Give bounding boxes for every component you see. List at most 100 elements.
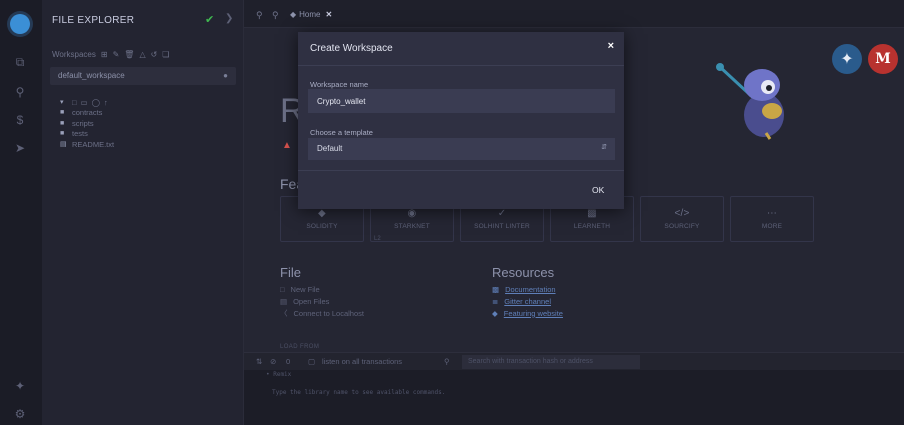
tree-item-tests[interactable]: ■ tests bbox=[60, 129, 114, 140]
tree-item-scripts[interactable]: ■ scripts bbox=[60, 118, 114, 129]
close-tab-icon[interactable]: ✕ bbox=[326, 10, 333, 19]
tree-item-readme[interactable]: ▤ README.txt bbox=[60, 139, 114, 150]
workspace-name-input[interactable] bbox=[308, 89, 615, 113]
terminal-search-icon: ⚲ bbox=[444, 357, 450, 366]
starknet-icon: ◉ bbox=[407, 208, 417, 219]
tree-item-contracts[interactable]: ■ contracts bbox=[60, 108, 114, 119]
template-label: Choose a template bbox=[310, 128, 373, 137]
connect-localhost-link[interactable]: 〈 Connect to Localhost bbox=[280, 307, 364, 319]
workspace-select-value: default_workspace bbox=[58, 71, 125, 80]
caret-down-icon[interactable]: ▾ bbox=[60, 98, 68, 106]
link-label: New File bbox=[290, 284, 320, 294]
file-tree: ▾ □ ▭ ◯ ↑ ■ contracts ■ scripts ■ tests ▤ RE… bbox=[60, 97, 114, 150]
terminal-search-input[interactable]: Search with transaction hash or address bbox=[462, 355, 640, 369]
feature-label: SOLHINT LINTER bbox=[474, 223, 530, 230]
solidity-icon: ◆ bbox=[318, 208, 326, 219]
ok-button[interactable]: OK bbox=[592, 185, 604, 195]
feature-label: STARKNET bbox=[394, 223, 430, 230]
starknet-sub-label: L2 bbox=[374, 236, 381, 242]
link-label: Connect to Localhost bbox=[293, 308, 364, 318]
feature-more[interactable]: ⋯ MORE bbox=[730, 196, 814, 242]
new-file-icon: □ bbox=[280, 284, 285, 294]
resources-list: ▩ Documentation ≣ Gitter channel ◆ Featurin… bbox=[492, 283, 563, 319]
plugin-manager-icon[interactable]: ✦ bbox=[8, 376, 32, 396]
github-icon[interactable]: ◯ bbox=[92, 98, 100, 107]
folder-icon: ■ bbox=[60, 119, 65, 127]
linter-icon: ✓ bbox=[497, 208, 507, 219]
gitter-link[interactable]: ≣ Gitter channel bbox=[492, 295, 563, 307]
file-explorer-panel: FILE EXPLORER ✔ ❯ Workspaces ⊞ ✎ 🗑 △ ↺ ❏… bbox=[42, 0, 244, 425]
load-from-label: LOAD FROM bbox=[280, 344, 320, 350]
settings-gear-icon[interactable]: ⚙ bbox=[8, 404, 32, 424]
tab-home[interactable]: ◆ Home ✕ bbox=[290, 10, 332, 19]
template-select-value: Default bbox=[317, 144, 343, 153]
open-files-link[interactable]: ▤ Open Files bbox=[280, 295, 364, 307]
workspace-select[interactable]: default_workspace ● bbox=[50, 67, 236, 85]
deploy-run-icon[interactable]: ➤ bbox=[8, 138, 32, 158]
tree-item-label: tests bbox=[72, 129, 88, 139]
tab-bar: ⚲ ⚲ ◆ Home ✕ bbox=[244, 0, 904, 28]
feature-label: SOLIDITY bbox=[306, 223, 338, 230]
home-tab-icon: ◆ bbox=[290, 10, 297, 19]
zoom-in-icon[interactable]: ⚲ bbox=[272, 10, 279, 21]
workspace-name-label: Workspace name bbox=[310, 80, 369, 89]
template-select[interactable]: Default ⇵ bbox=[308, 138, 615, 160]
terminal-line: Type the library name to see available c… bbox=[272, 389, 446, 396]
upload-icon[interactable]: ↑ bbox=[104, 98, 108, 107]
remix-logo-icon[interactable] bbox=[8, 14, 32, 34]
sourcify-icon: </> bbox=[674, 208, 690, 219]
new-file-link[interactable]: □ New File bbox=[280, 283, 364, 295]
clone-workspace-icon[interactable]: ❏ bbox=[162, 50, 169, 59]
download-workspace-icon[interactable]: △ bbox=[139, 50, 145, 59]
pending-tx-count: 0 bbox=[286, 357, 291, 366]
globe-icon: ◆ bbox=[492, 308, 498, 318]
rename-workspace-icon[interactable]: ✎ bbox=[113, 50, 120, 59]
modal-divider bbox=[298, 170, 624, 171]
terminal-toolbar: ⇅ ⊘ 0 ▢ listen on all transactions ⚲ Sea… bbox=[244, 352, 904, 370]
resources-heading: Resources bbox=[492, 265, 555, 280]
folder-icon: ■ bbox=[60, 109, 65, 117]
collapse-terminal-icon[interactable]: ⇅ bbox=[256, 357, 262, 366]
modal-title: Create Workspace bbox=[310, 43, 393, 54]
listen-label: listen on all transactions bbox=[322, 357, 403, 366]
collapse-chevron-icon[interactable]: ❯ bbox=[225, 13, 233, 24]
new-file-icon[interactable]: □ bbox=[72, 98, 77, 107]
delete-workspace-icon[interactable]: 🗑 bbox=[124, 50, 134, 59]
link-label: Gitter channel bbox=[504, 296, 551, 306]
create-workspace-modal: Create Workspace × Workspace name Choose… bbox=[298, 32, 624, 209]
medium-icon[interactable]: M bbox=[868, 44, 898, 74]
zoom-out-icon[interactable]: ⚲ bbox=[256, 10, 263, 21]
feature-label: MORE bbox=[761, 223, 783, 230]
listen-checkbox[interactable]: ▢ bbox=[308, 357, 315, 366]
feature-label: LEARNETH bbox=[573, 223, 611, 230]
featuring-website-link[interactable]: ◆ Featuring website bbox=[492, 307, 563, 319]
clear-terminal-icon[interactable]: ⊘ bbox=[270, 357, 276, 366]
gitter-icon: ≣ bbox=[492, 296, 499, 306]
modal-header: Create Workspace × bbox=[298, 32, 624, 66]
close-icon[interactable]: × bbox=[608, 40, 614, 52]
terminal-output: • Remix Type the library name to see ava… bbox=[244, 370, 904, 425]
search-icon[interactable]: ⚲ bbox=[8, 82, 32, 102]
file-explorer-icon[interactable]: ⧉ bbox=[8, 52, 32, 72]
workspaces-toolbar: Workspaces ⊞ ✎ 🗑 △ ↺ ❏ bbox=[52, 50, 169, 59]
feature-label: SOURCIFY bbox=[664, 223, 700, 230]
select-caret-icon: ⇵ bbox=[601, 144, 607, 151]
tree-item-label: contracts bbox=[72, 108, 103, 118]
file-actions-list: □ New File ▤ Open Files 〈 Connect to Localh… bbox=[280, 283, 364, 319]
solidity-compiler-icon[interactable]: $ bbox=[8, 110, 32, 130]
tree-item-label: README.txt bbox=[72, 139, 115, 149]
panel-title: FILE EXPLORER bbox=[52, 15, 135, 26]
plug-icon: 〈 bbox=[280, 308, 288, 318]
new-folder-icon[interactable]: ▭ bbox=[81, 98, 88, 107]
tree-toolbar: ▾ □ ▭ ◯ ↑ bbox=[60, 97, 114, 108]
feature-sourcify[interactable]: </> SOURCIFY bbox=[640, 196, 724, 242]
file-icon: ▤ bbox=[60, 141, 67, 149]
link-label: Featuring website bbox=[503, 308, 563, 318]
open-file-icon: ▤ bbox=[280, 296, 288, 306]
workspace-status-icon: ● bbox=[223, 71, 228, 80]
warning-icon: ▲ bbox=[282, 140, 292, 151]
twitter-icon[interactable]: ✦ bbox=[832, 44, 862, 74]
create-workspace-icon[interactable]: ⊞ bbox=[101, 50, 108, 59]
documentation-link[interactable]: ▩ Documentation bbox=[492, 283, 563, 295]
restore-workspace-icon[interactable]: ↺ bbox=[151, 50, 158, 59]
